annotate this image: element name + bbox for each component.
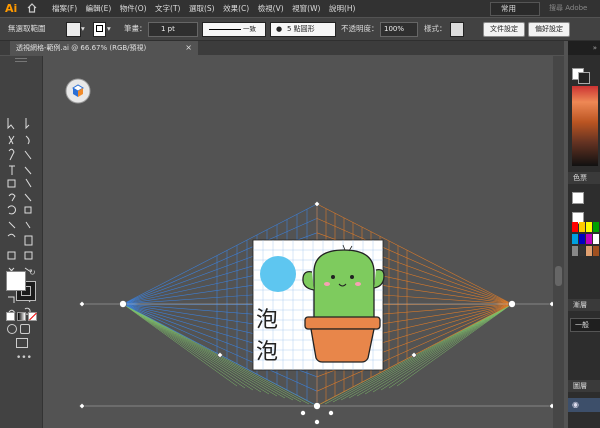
- stroke-label: 筆畫：: [124, 24, 147, 33]
- swatch[interactable]: [572, 222, 578, 232]
- panel-collapse-bar[interactable]: »: [568, 41, 600, 55]
- tool-icons: [7, 118, 33, 315]
- opacity-field[interactable]: 100%: [380, 22, 418, 37]
- stroke-style-dropdown[interactable]: 一致: [202, 22, 266, 37]
- opacity-label: 不透明度：: [341, 24, 379, 33]
- swatch[interactable]: [586, 246, 592, 256]
- artwork-text-2: 泡: [256, 340, 278, 365]
- menu-view[interactable]: 檢視(V): [258, 0, 284, 17]
- blend-mode-value: 一般: [575, 321, 589, 329]
- swatches-fill-swatch[interactable]: [572, 192, 584, 204]
- preferences-button[interactable]: 偏好設定: [528, 22, 570, 37]
- panel-gradient-header[interactable]: 漸層: [568, 299, 600, 311]
- swatch[interactable]: [579, 222, 585, 232]
- panel-layers-header[interactable]: 圖層: [568, 380, 600, 392]
- menu-effect[interactable]: 效果(C): [223, 0, 249, 17]
- menu-object[interactable]: 物件(O): [120, 0, 147, 17]
- screen-mode-icon[interactable]: [16, 338, 28, 348]
- scrollbar-thumb[interactable]: [555, 266, 562, 286]
- menu-bar: Ai 檔案(F) 編輯(E) 物件(O) 文字(T) 選取(S) 效果(C) 檢…: [0, 0, 600, 17]
- swatch[interactable]: [579, 234, 585, 244]
- stroke-style-label: 一致: [243, 25, 256, 33]
- swatch-grid[interactable]: [572, 222, 600, 260]
- stroke-weight-value: 1 pt: [161, 25, 175, 33]
- left-vanishing-point-handle[interactable]: [119, 300, 127, 308]
- close-icon[interactable]: ×: [185, 41, 192, 55]
- menu-file[interactable]: 檔案(F): [52, 0, 77, 17]
- swatch[interactable]: [579, 246, 585, 256]
- home-icon[interactable]: [27, 3, 37, 13]
- eye-icon[interactable]: ◉: [572, 398, 579, 412]
- origin-handle[interactable]: [313, 402, 321, 410]
- more-tools-icon[interactable]: •••: [16, 354, 32, 363]
- brush-dropdown[interactable]: ● 5 點圓形: [270, 22, 336, 37]
- sun-circle: [260, 256, 296, 292]
- color-mode-icon[interactable]: [6, 312, 15, 321]
- stroke-weight-field[interactable]: 1 pt: [148, 22, 198, 37]
- workspace-switcher[interactable]: 常用: [490, 2, 540, 16]
- right-grid-handle[interactable]: [410, 351, 418, 359]
- swatch[interactable]: [586, 222, 592, 232]
- menu-window[interactable]: 視窗(W): [292, 0, 320, 17]
- graphic-style-swatch[interactable]: [450, 22, 464, 37]
- chevron-down-icon[interactable]: ▾: [107, 18, 111, 40]
- menu-select[interactable]: 選取(S): [189, 0, 215, 17]
- perspective-grid-widget-icon[interactable]: [65, 78, 91, 104]
- ground-left-handle[interactable]: [78, 402, 86, 410]
- document-tab-title: 透視網格-範例.ai @ 66.67% (RGB/預視): [16, 44, 147, 52]
- menu: 檔案(F) 編輯(E) 物件(O) 文字(T) 選取(S) 效果(C) 檢視(V…: [52, 0, 364, 17]
- swatch[interactable]: [593, 246, 599, 256]
- brush-label: 5 點圓形: [287, 25, 315, 33]
- artboard[interactable]: 泡 泡: [252, 239, 385, 371]
- none-mode-icon[interactable]: [28, 312, 37, 321]
- vertical-grid-top-handle[interactable]: [313, 200, 321, 208]
- layer-row[interactable]: ◉: [568, 398, 600, 412]
- horizon-left-handle[interactable]: [78, 300, 86, 308]
- swatch[interactable]: [593, 222, 599, 232]
- chevron-down-icon[interactable]: ▾: [81, 18, 85, 40]
- style-label: 樣式：: [424, 24, 447, 33]
- selection-label: 無選取範圍: [8, 24, 46, 33]
- document-setup-button[interactable]: 文件設定: [483, 22, 525, 37]
- opacity-value: 100%: [384, 25, 405, 33]
- stroke-swatch[interactable]: [93, 22, 106, 37]
- fill-color-box[interactable]: [6, 271, 26, 291]
- search-adobe[interactable]: 搜尋 Adobe: [549, 0, 587, 17]
- color-spectrum[interactable]: [572, 86, 598, 166]
- right-extent-handle[interactable]: [328, 410, 334, 416]
- vertical-scrollbar[interactable]: [553, 56, 564, 428]
- swatch[interactable]: [572, 246, 578, 256]
- swatch[interactable]: [586, 234, 592, 244]
- swatch[interactable]: [572, 234, 578, 244]
- artwork-text-1: 泡: [256, 308, 278, 333]
- workspace-label: 常用: [501, 4, 516, 13]
- menu-help[interactable]: 說明(H): [329, 0, 356, 17]
- draw-behind-icon[interactable]: [20, 324, 30, 334]
- tools-panel: ↻ •••: [0, 56, 43, 428]
- panel-stroke-swatch[interactable]: [578, 72, 590, 84]
- draw-normal-icon[interactable]: [7, 324, 17, 334]
- panel-color-header[interactable]: 色票: [568, 172, 600, 184]
- gradient-mode-icon[interactable]: [17, 312, 26, 321]
- document-tab[interactable]: 透視網格-範例.ai @ 66.67% (RGB/預視) ×: [10, 41, 198, 55]
- app-logo: Ai: [5, 2, 18, 15]
- swap-colors-icon[interactable]: ↻: [29, 268, 36, 277]
- canvas[interactable]: 泡 泡: [42, 55, 553, 428]
- grid-cell-size-handle[interactable]: [314, 419, 320, 425]
- left-extent-handle[interactable]: [300, 410, 306, 416]
- menu-edit[interactable]: 編輯(E): [86, 0, 112, 17]
- right-vanishing-point-handle[interactable]: [508, 300, 516, 308]
- menu-type[interactable]: 文字(T): [155, 0, 180, 17]
- control-bar: 無選取範圍 ▾ ▾ 筆畫： 1 pt 一致 ● 5 點圓形 不透明度： 100%…: [0, 18, 600, 41]
- swatch[interactable]: [593, 234, 599, 244]
- fill-swatch[interactable]: [66, 22, 81, 37]
- blend-mode-dropdown[interactable]: 一般: [570, 318, 600, 332]
